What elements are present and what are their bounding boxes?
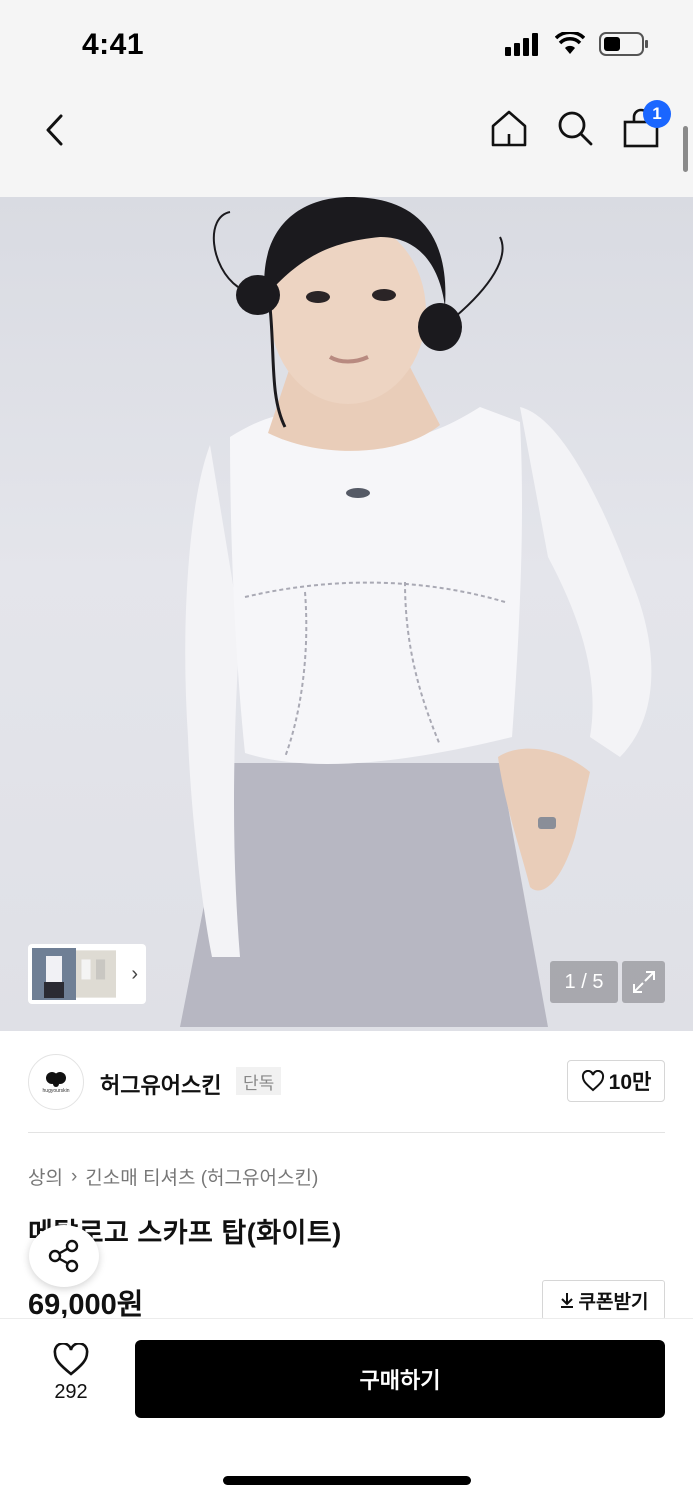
exclusive-badge: 단독 xyxy=(236,1067,282,1095)
breadcrumb-category[interactable]: 상의 xyxy=(28,1163,63,1190)
brand-like-button[interactable]: 10만 xyxy=(567,1060,665,1102)
signal-icon xyxy=(505,33,538,56)
brand-logo-text: hugyourskin xyxy=(42,1087,70,1094)
coupon-label: 쿠폰받기 xyxy=(578,1291,649,1313)
divider xyxy=(28,1132,665,1133)
status-time: 4:41 xyxy=(82,28,145,61)
breadcrumb: 상의 › 긴소매 티셔츠 (허그유어스킨) xyxy=(28,1163,318,1190)
header-actions: 1 xyxy=(487,100,671,152)
product-photo xyxy=(180,197,652,1027)
chevron-right-icon: › xyxy=(131,962,138,985)
wishlist-count: 292 xyxy=(54,1381,88,1403)
heart-icon xyxy=(53,1343,89,1376)
brand-logo-mark xyxy=(46,1071,66,1087)
breadcrumb-subcategory[interactable]: 긴소매 티셔츠 (허그유어스킨) xyxy=(85,1163,318,1190)
heart-icon xyxy=(581,1070,604,1092)
cart-count-badge: 1 xyxy=(643,100,671,128)
thumbnail-strip[interactable]: › xyxy=(28,944,146,1004)
buy-button[interactable]: 구매하기 xyxy=(135,1340,665,1418)
back-button[interactable] xyxy=(34,108,74,152)
chevron-left-icon xyxy=(46,114,63,146)
search-icon xyxy=(558,111,593,146)
top-bar: 4:41 1 xyxy=(0,0,693,197)
fullscreen-button[interactable] xyxy=(622,961,665,1003)
share-icon xyxy=(48,1239,79,1273)
battery-icon xyxy=(599,32,648,56)
download-icon xyxy=(560,1293,573,1308)
brand-like-count: 10만 xyxy=(608,1071,652,1094)
image-pager: 1 / 5 xyxy=(550,961,618,1003)
thumbnail-image xyxy=(76,950,116,998)
brand-name[interactable]: 허그유어스킨 xyxy=(100,1068,221,1100)
chevron-right-icon: › xyxy=(70,1165,78,1187)
brand-logo[interactable]: hugyourskin xyxy=(28,1054,84,1110)
share-button[interactable] xyxy=(29,1225,99,1287)
product-image[interactable] xyxy=(0,197,693,1031)
thumbnail-image xyxy=(32,948,76,1000)
home-icon xyxy=(491,110,527,147)
cart-button[interactable]: 1 xyxy=(619,100,671,152)
search-button[interactable] xyxy=(553,104,597,152)
wifi-icon xyxy=(555,32,585,54)
home-indicator xyxy=(223,1476,471,1485)
expand-icon xyxy=(632,971,655,993)
home-button[interactable] xyxy=(487,104,531,152)
coupon-download-button[interactable]: 쿠폰받기 xyxy=(542,1280,665,1320)
brand-row[interactable]: hugyourskin 허그유어스킨 단독 10만 xyxy=(28,1052,665,1114)
wishlist-button[interactable]: 292 xyxy=(40,1343,102,1404)
product-price: 69,000원 xyxy=(28,1289,144,1321)
status-icons xyxy=(505,32,649,56)
scroll-indicator xyxy=(683,126,688,172)
